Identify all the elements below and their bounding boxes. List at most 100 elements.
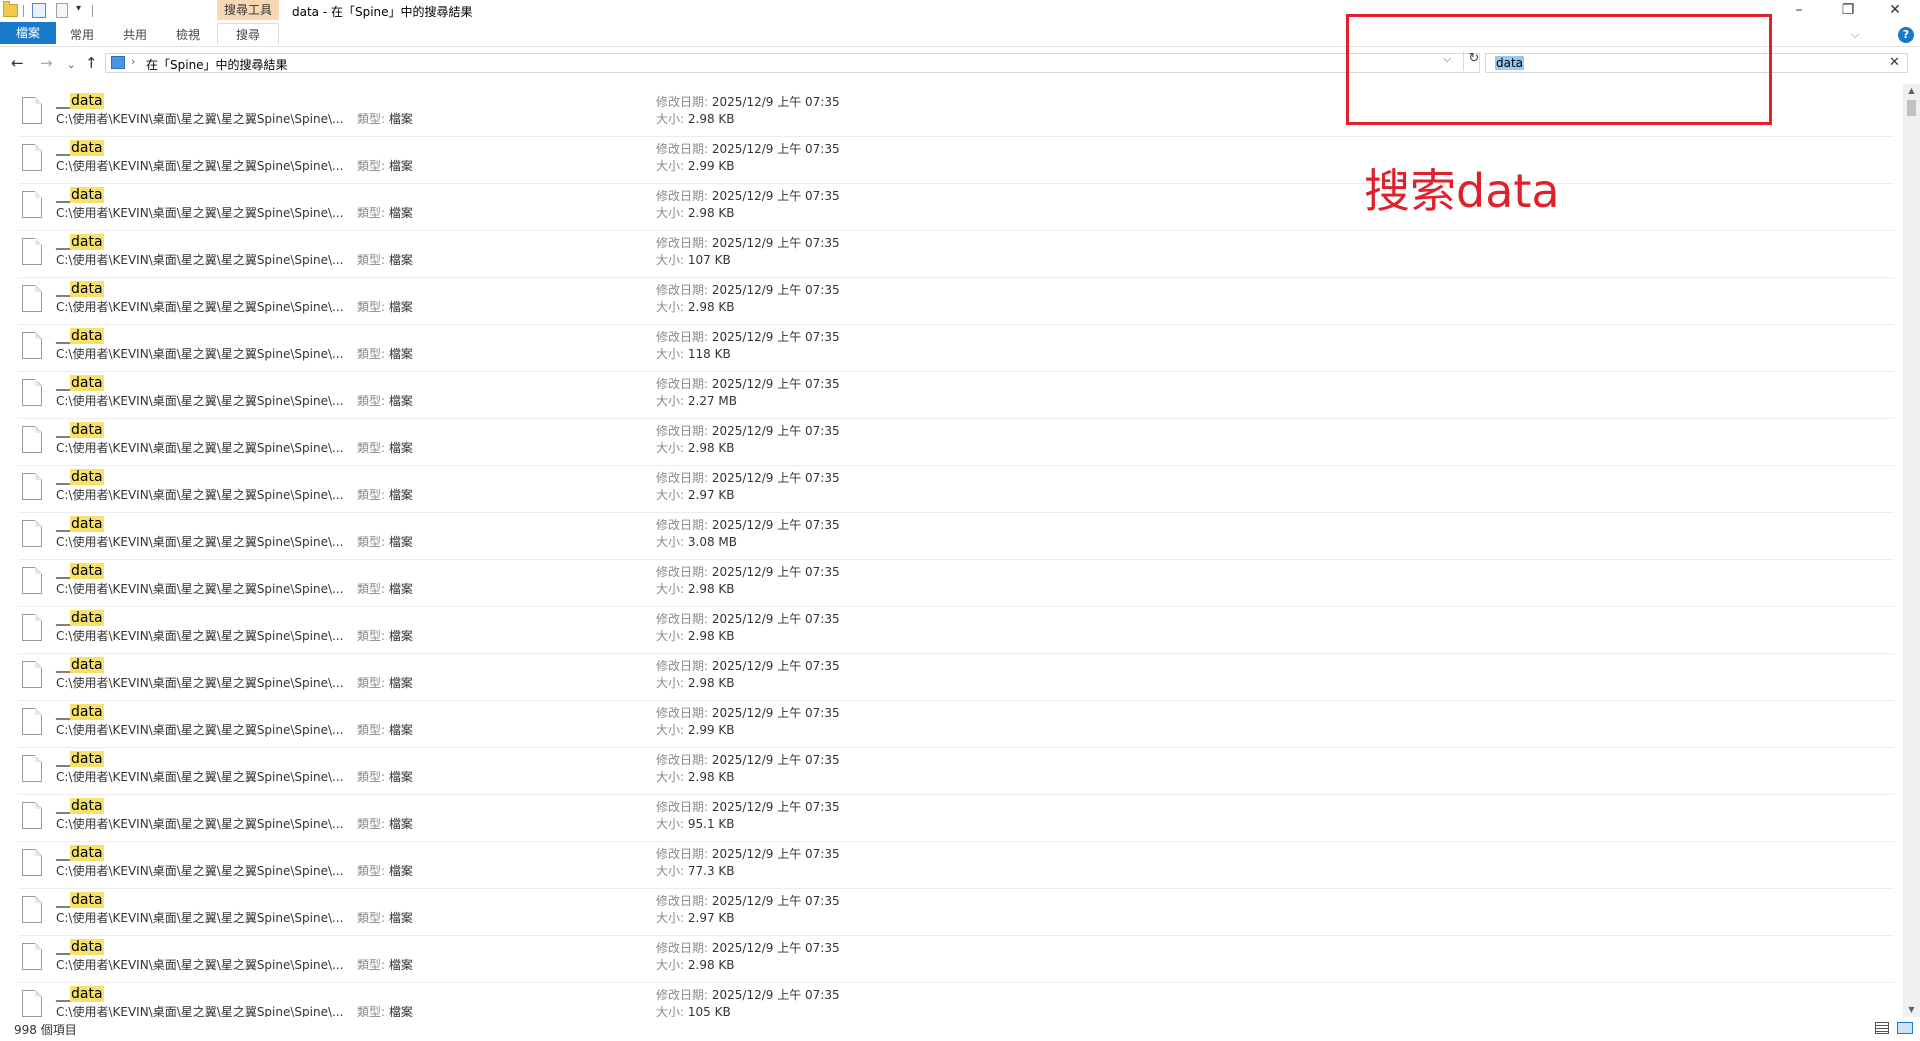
list-item[interactable]: __data C:\使用者\KEVIN\桌面\星之翼\星之翼Spine\Spine… (18, 324, 1894, 372)
file-name[interactable]: __data (56, 609, 104, 627)
modified-label: 修改日期: (656, 565, 709, 579)
file-name[interactable]: __data (56, 891, 104, 909)
details-view-icon[interactable] (1875, 1022, 1889, 1034)
file-name[interactable]: __data (56, 92, 104, 110)
minimize-button[interactable]: – (1776, 0, 1822, 22)
file-size: 大小: 2.27 MB (656, 393, 737, 409)
list-item[interactable]: __data C:\使用者\KEVIN\桌面\星之翼\星之翼Spine\Spine… (18, 747, 1894, 795)
file-name[interactable]: __data (56, 985, 104, 1003)
list-item[interactable]: __data C:\使用者\KEVIN\桌面\星之翼\星之翼Spine\Spine… (18, 183, 1894, 231)
expand-ribbon-icon[interactable]: ⌵ (1851, 28, 1859, 42)
file-name[interactable]: __data (56, 233, 104, 251)
scroll-down-icon[interactable]: ▼ (1903, 1003, 1920, 1017)
file-name-prefix: __ (56, 140, 70, 156)
type-label: 類型: (357, 676, 386, 690)
list-item[interactable]: __data C:\使用者\KEVIN\桌面\星之翼\星之翼Spine\Spine… (18, 465, 1894, 513)
breadcrumb-chevron-icon[interactable]: › (131, 55, 135, 68)
size-label: 大小: (656, 770, 685, 784)
file-modified: 修改日期: 2025/12/9 上午 07:35 (656, 282, 840, 298)
size-value: 95.1 KB (687, 817, 735, 831)
file-icon (22, 473, 42, 500)
clear-search-icon[interactable]: ✕ (1889, 55, 1900, 70)
list-item[interactable]: __data C:\使用者\KEVIN\桌面\星之翼\星之翼Spine\Spine… (18, 935, 1894, 983)
breadcrumb[interactable]: 在「Spine」中的搜尋結果 (146, 56, 288, 73)
list-item[interactable]: __data C:\使用者\KEVIN\桌面\星之翼\星之翼Spine\Spine… (18, 136, 1894, 184)
tab-search[interactable]: 搜尋 (217, 23, 279, 45)
content-view-icon[interactable] (1897, 1022, 1913, 1034)
modified-value: 2025/12/9 上午 07:35 (711, 659, 840, 673)
list-item[interactable]: __data C:\使用者\KEVIN\桌面\星之翼\星之翼Spine\Spine… (18, 841, 1894, 889)
search-match-highlight: data (70, 93, 104, 109)
tab-home[interactable]: 常用 (60, 25, 104, 45)
maximize-button[interactable]: ❐ (1825, 0, 1871, 22)
list-item[interactable]: __data C:\使用者\KEVIN\桌面\星之翼\星之翼Spine\Spine… (18, 700, 1894, 748)
modified-value: 2025/12/9 上午 07:35 (711, 330, 840, 344)
new-folder-icon[interactable] (56, 3, 68, 18)
file-name[interactable]: __data (56, 139, 104, 157)
file-name[interactable]: __data (56, 750, 104, 768)
file-icon (22, 97, 42, 124)
scroll-up-icon[interactable]: ▲ (1903, 84, 1920, 98)
file-name[interactable]: __data (56, 797, 104, 815)
recent-locations-icon[interactable]: ⌄ (67, 57, 75, 75)
file-name[interactable]: __data (56, 515, 104, 533)
list-item[interactable]: __data C:\使用者\KEVIN\桌面\星之翼\星之翼Spine\Spine… (18, 277, 1894, 325)
list-item[interactable]: __data C:\使用者\KEVIN\桌面\星之翼\星之翼Spine\Spine… (18, 559, 1894, 607)
list-item[interactable]: __data C:\使用者\KEVIN\桌面\星之翼\星之翼Spine\Spine… (18, 230, 1894, 278)
help-icon[interactable]: ? (1898, 27, 1914, 43)
modified-label: 修改日期: (656, 659, 709, 673)
modified-value: 2025/12/9 上午 07:35 (711, 894, 840, 908)
file-name-prefix: __ (56, 422, 70, 438)
modified-label: 修改日期: (656, 847, 709, 861)
file-modified: 修改日期: 2025/12/9 上午 07:35 (656, 376, 840, 392)
modified-value: 2025/12/9 上午 07:35 (711, 471, 840, 485)
file-name[interactable]: __data (56, 186, 104, 204)
up-button[interactable]: ↑ (85, 54, 98, 72)
modified-label: 修改日期: (656, 142, 709, 156)
tab-file[interactable]: 檔案 (0, 22, 56, 44)
forward-button[interactable]: → (40, 54, 53, 72)
file-size: 大小: 3.08 MB (656, 534, 737, 550)
close-button[interactable]: ✕ (1872, 0, 1918, 22)
file-icon (22, 943, 42, 970)
file-icon (22, 661, 42, 688)
file-name[interactable]: __data (56, 327, 104, 345)
list-item[interactable]: __data C:\使用者\KEVIN\桌面\星之翼\星之翼Spine\Spine… (18, 606, 1894, 654)
vertical-scrollbar[interactable]: ▲ ▼ (1903, 84, 1920, 1017)
modified-label: 修改日期: (656, 518, 709, 532)
file-name[interactable]: __data (56, 703, 104, 721)
file-modified: 修改日期: 2025/12/9 上午 07:35 (656, 940, 840, 956)
list-item[interactable]: __data C:\使用者\KEVIN\桌面\星之翼\星之翼Spine\Spine… (18, 982, 1894, 1017)
file-name[interactable]: __data (56, 562, 104, 580)
file-name[interactable]: __data (56, 938, 104, 956)
scroll-thumb[interactable] (1907, 100, 1916, 116)
list-item[interactable]: __data C:\使用者\KEVIN\桌面\星之翼\星之翼Spine\Spine… (18, 653, 1894, 701)
tab-share[interactable]: 共用 (113, 25, 157, 45)
list-item[interactable]: __data C:\使用者\KEVIN\桌面\星之翼\星之翼Spine\Spine… (18, 512, 1894, 560)
tab-view[interactable]: 檢視 (166, 25, 210, 45)
size-value: 2.27 MB (687, 394, 737, 408)
file-name-prefix: __ (56, 563, 70, 579)
file-name[interactable]: __data (56, 421, 104, 439)
list-item[interactable]: __data C:\使用者\KEVIN\桌面\星之翼\星之翼Spine\Spine… (18, 371, 1894, 419)
list-item[interactable]: __data C:\使用者\KEVIN\桌面\星之翼\星之翼Spine\Spine… (18, 888, 1894, 936)
properties-icon[interactable] (32, 3, 46, 18)
item-count: 998 個項目 (14, 1023, 77, 1037)
file-name[interactable]: __data (56, 656, 104, 674)
address-bar[interactable]: › 在「Spine」中的搜尋結果 (105, 53, 1480, 73)
file-icon (22, 614, 42, 641)
size-label: 大小: (656, 1005, 685, 1017)
window-title: data - 在「Spine」中的搜尋結果 (292, 5, 473, 19)
file-modified: 修改日期: 2025/12/9 上午 07:35 (656, 893, 840, 909)
modified-value: 2025/12/9 上午 07:35 (711, 283, 840, 297)
customize-toolbar-icon[interactable]: ▾ (76, 3, 81, 14)
modified-value: 2025/12/9 上午 07:35 (711, 706, 840, 720)
file-size: 大小: 2.98 KB (656, 628, 735, 644)
list-item[interactable]: __data C:\使用者\KEVIN\桌面\星之翼\星之翼Spine\Spine… (18, 418, 1894, 466)
file-name[interactable]: __data (56, 468, 104, 486)
back-button[interactable]: ← (11, 54, 24, 72)
file-name[interactable]: __data (56, 844, 104, 862)
file-name[interactable]: __data (56, 374, 104, 392)
file-name[interactable]: __data (56, 280, 104, 298)
list-item[interactable]: __data C:\使用者\KEVIN\桌面\星之翼\星之翼Spine\Spine… (18, 794, 1894, 842)
